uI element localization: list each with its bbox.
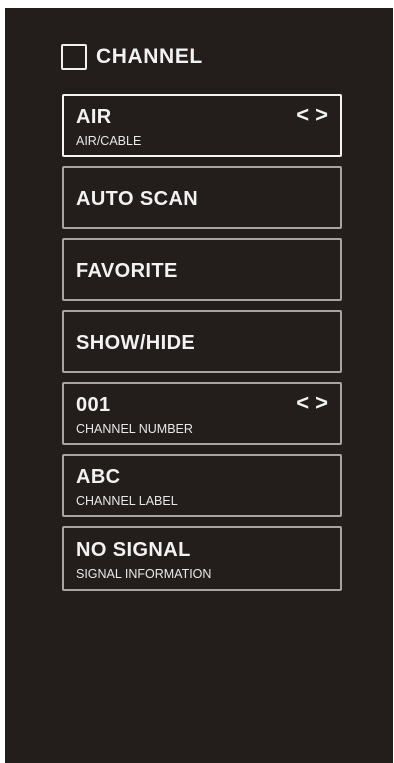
arrow-left-icon[interactable]: <	[296, 104, 309, 126]
channel-icon	[61, 44, 87, 70]
menu-item-value: 001	[76, 394, 111, 416]
menu-item-auto-scan[interactable]: AUTO SCAN	[62, 166, 342, 229]
menu-item-label: FAVORITE	[76, 260, 178, 282]
menu-item-favorite[interactable]: FAVORITE	[62, 238, 342, 301]
menu-item-sublabel: CHANNEL NUMBER	[76, 422, 193, 436]
menu-item-sublabel: CHANNEL LABEL	[76, 494, 178, 508]
menu-item-sublabel: AIR/CABLE	[76, 134, 142, 148]
menu-item-air-cable[interactable]: AIR AIR/CABLE < >	[62, 94, 342, 157]
menu-item-signal-information[interactable]: NO SIGNAL SIGNAL INFORMATION	[62, 526, 342, 591]
menu-item-label: AUTO SCAN	[76, 188, 199, 210]
menu-item-label: SHOW/HIDE	[76, 332, 196, 354]
arrow-left-icon[interactable]: <	[296, 392, 309, 414]
menu-item-value: AIR	[76, 106, 112, 128]
menu-item-channel-label[interactable]: ABC CHANNEL LABEL	[62, 454, 342, 517]
arrow-right-icon[interactable]: >	[315, 392, 328, 414]
tv-screen: CHANNEL AIR AIR/CABLE < > AUTO SCAN FAVO…	[5, 8, 393, 763]
menu-item-value: NO SIGNAL	[76, 539, 191, 561]
value-arrows: < >	[296, 104, 328, 126]
menu-header: CHANNEL	[61, 41, 203, 73]
menu-item-show-hide[interactable]: SHOW/HIDE	[62, 310, 342, 373]
arrow-right-icon[interactable]: >	[315, 104, 328, 126]
menu-item-value: ABC	[76, 466, 121, 488]
menu-item-sublabel: SIGNAL INFORMATION	[76, 567, 212, 581]
menu-title: CHANNEL	[96, 45, 203, 68]
menu-item-channel-number[interactable]: 001 CHANNEL NUMBER < >	[62, 382, 342, 445]
value-arrows: < >	[296, 392, 328, 414]
